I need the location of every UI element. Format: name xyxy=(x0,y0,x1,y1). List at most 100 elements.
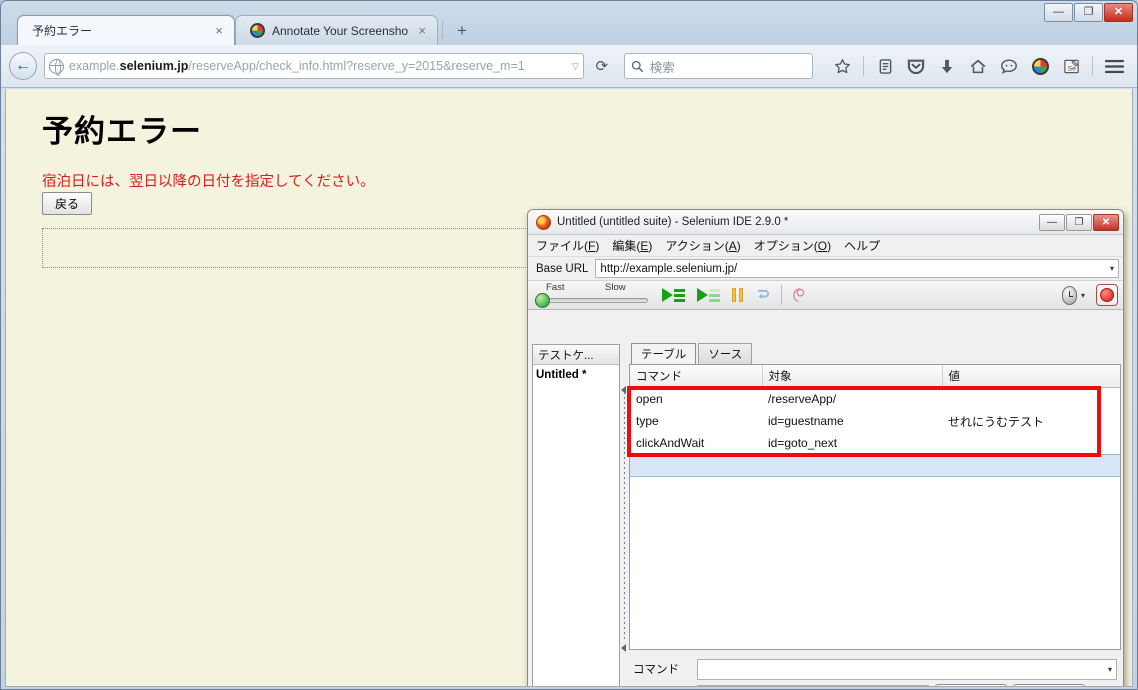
tab-title: Annotate Your Screenshot xyxy=(272,23,409,38)
tab-close-icon[interactable]: × xyxy=(212,23,226,38)
cell-target: id=goto_next xyxy=(768,436,838,451)
column-header-value[interactable]: 値 xyxy=(942,365,1120,388)
browser-window: — ❐ ✕ 予約エラー × Annotate Your Screenshot ×… xyxy=(0,0,1138,690)
maximize-icon: ❐ xyxy=(1074,216,1084,228)
command-editor-fields: コマンド ▾ 対象 Select 検索 xyxy=(629,650,1121,686)
new-tab-button[interactable]: + xyxy=(445,21,479,45)
cell-value: せれにうむテスト xyxy=(948,414,1045,429)
menu-item-actions[interactable]: アクション(A) xyxy=(665,237,740,254)
vertical-splitter[interactable] xyxy=(620,344,629,686)
menu-item-edit[interactable]: 編集(E) xyxy=(612,237,652,254)
base-url-label: Base URL xyxy=(536,262,589,275)
close-icon: ✕ xyxy=(1101,216,1111,228)
table-row[interactable]: clickAndWait id=goto_next xyxy=(630,433,1120,455)
menu-item-help[interactable]: ヘルプ xyxy=(844,237,880,254)
search-placeholder: 検索 xyxy=(649,60,675,75)
close-icon: ✕ xyxy=(1113,6,1124,18)
table-row[interactable]: type id=guestname せれにうむテスト xyxy=(630,410,1120,433)
downloads-icon[interactable] xyxy=(932,52,962,80)
speed-slider[interactable]: Fast Slow xyxy=(533,281,653,309)
test-case-list[interactable]: Untitled * xyxy=(533,365,619,686)
speed-slow-label: Slow xyxy=(605,282,626,293)
toolbar-separator xyxy=(781,285,782,305)
tab-source[interactable]: ソース xyxy=(698,343,753,364)
command-field-row: コマンド ▾ xyxy=(633,656,1117,682)
back-arrow-icon: ← xyxy=(14,57,31,74)
play-all-bars-icon xyxy=(674,288,685,302)
rollup-button[interactable] xyxy=(788,284,809,306)
slider-track xyxy=(540,298,648,303)
browser-window-controls: — ❐ ✕ xyxy=(1044,3,1133,22)
browser-tab-reservation-error[interactable]: 予約エラー × xyxy=(17,15,235,45)
browser-tabstrip: — ❐ ✕ 予約エラー × Annotate Your Screenshot ×… xyxy=(1,1,1137,45)
menu-item-options[interactable]: オプション(O) xyxy=(754,237,831,254)
cell-command: type xyxy=(636,414,659,428)
page-viewport: 予約エラー 宿泊日には、翌日以降の日付を指定してください。 戻る Untitle… xyxy=(5,89,1133,687)
play-all-button[interactable] xyxy=(659,284,688,306)
reload-button[interactable]: ⟳ xyxy=(586,53,618,79)
command-input[interactable]: ▾ xyxy=(697,658,1117,680)
clock-icon xyxy=(1061,285,1077,305)
chevron-down-icon[interactable]: ▽ xyxy=(568,61,579,72)
test-case-panel-header: テストケ... xyxy=(533,345,619,365)
slider-knob[interactable] xyxy=(535,293,550,308)
table-row[interactable]: open /reserveApp/ xyxy=(630,388,1120,410)
tab-close-icon[interactable]: × xyxy=(415,23,429,38)
browser-maximize-button[interactable]: ❐ xyxy=(1074,3,1103,22)
browser-close-button[interactable]: ✕ xyxy=(1104,3,1133,22)
colorwheel-icon xyxy=(250,23,265,38)
hamburger-menu-icon[interactable] xyxy=(1099,52,1129,80)
cell-value xyxy=(942,388,1120,410)
select-button[interactable]: Select xyxy=(935,684,1007,686)
test-case-item-untitled[interactable]: Untitled * xyxy=(536,369,619,381)
wait-time-control[interactable]: ▾ xyxy=(1061,285,1085,305)
selenium-ide-window: Untitled (untitled suite) - Selenium IDE… xyxy=(527,209,1124,686)
menu-item-file[interactable]: ファイル(F) xyxy=(536,237,599,254)
base-url-input[interactable]: http://example.selenium.jp/ ▾ xyxy=(595,259,1119,278)
selenium-ide-icon[interactable]: Se xyxy=(1056,52,1086,80)
browser-tab-annotate-screenshot[interactable]: Annotate Your Screenshot × xyxy=(235,15,438,45)
chat-icon[interactable] xyxy=(994,52,1024,80)
column-header-command[interactable]: コマンド xyxy=(630,365,763,388)
tab-title: 予約エラー xyxy=(32,24,93,38)
browser-minimize-button[interactable]: — xyxy=(1044,3,1073,22)
colorwheel-icon[interactable] xyxy=(1025,52,1055,80)
step-button[interactable] xyxy=(752,284,775,306)
tab-table[interactable]: テーブル xyxy=(631,343,697,364)
table-row-selected[interactable] xyxy=(630,454,1120,477)
target-input[interactable] xyxy=(697,684,929,686)
svg-text:Se: Se xyxy=(1067,65,1075,72)
play-current-bars-icon xyxy=(709,288,720,302)
reader-list-icon[interactable] xyxy=(870,52,900,80)
chevron-down-icon[interactable]: ▾ xyxy=(1081,291,1085,300)
url-text: example.selenium.jp/reserveApp/check_inf… xyxy=(68,59,525,73)
cell-command xyxy=(630,454,762,477)
chevron-down-icon[interactable]: ▾ xyxy=(1110,264,1114,273)
ide-close-button[interactable]: ✕ xyxy=(1093,213,1119,231)
pause-button[interactable] xyxy=(729,284,746,306)
splitter-collapse-arrow-icon[interactable] xyxy=(621,644,626,652)
minimize-icon: — xyxy=(1047,216,1057,228)
find-button[interactable]: 検索 xyxy=(1013,684,1085,686)
splitter-grip xyxy=(624,392,625,642)
play-current-button[interactable] xyxy=(694,284,723,306)
home-icon[interactable] xyxy=(963,52,993,80)
record-button[interactable] xyxy=(1096,284,1118,306)
back-button[interactable]: 戻る xyxy=(42,192,93,215)
editor-tab-list: テーブル ソース xyxy=(629,343,1121,364)
speed-fast-label: Fast xyxy=(546,282,565,293)
search-icon xyxy=(631,60,644,72)
pocket-icon[interactable] xyxy=(901,52,931,80)
play-all-icon xyxy=(662,288,673,302)
ide-minimize-button[interactable]: — xyxy=(1039,213,1065,231)
back-navigation-button[interactable]: ← xyxy=(9,52,37,80)
play-current-icon xyxy=(697,288,708,302)
ide-maximize-button[interactable]: ❐ xyxy=(1066,213,1092,231)
globe-icon xyxy=(48,58,64,76)
search-bar[interactable]: 検索 xyxy=(623,53,813,79)
bookmark-star-icon[interactable] xyxy=(827,52,857,80)
tab-list: 予約エラー × Annotate Your Screenshot × + xyxy=(17,14,479,45)
column-header-target[interactable]: 対象 xyxy=(762,365,943,388)
chevron-down-icon[interactable]: ▾ xyxy=(1108,665,1112,674)
address-bar[interactable]: example.selenium.jp/reserveApp/check_inf… xyxy=(43,53,584,79)
